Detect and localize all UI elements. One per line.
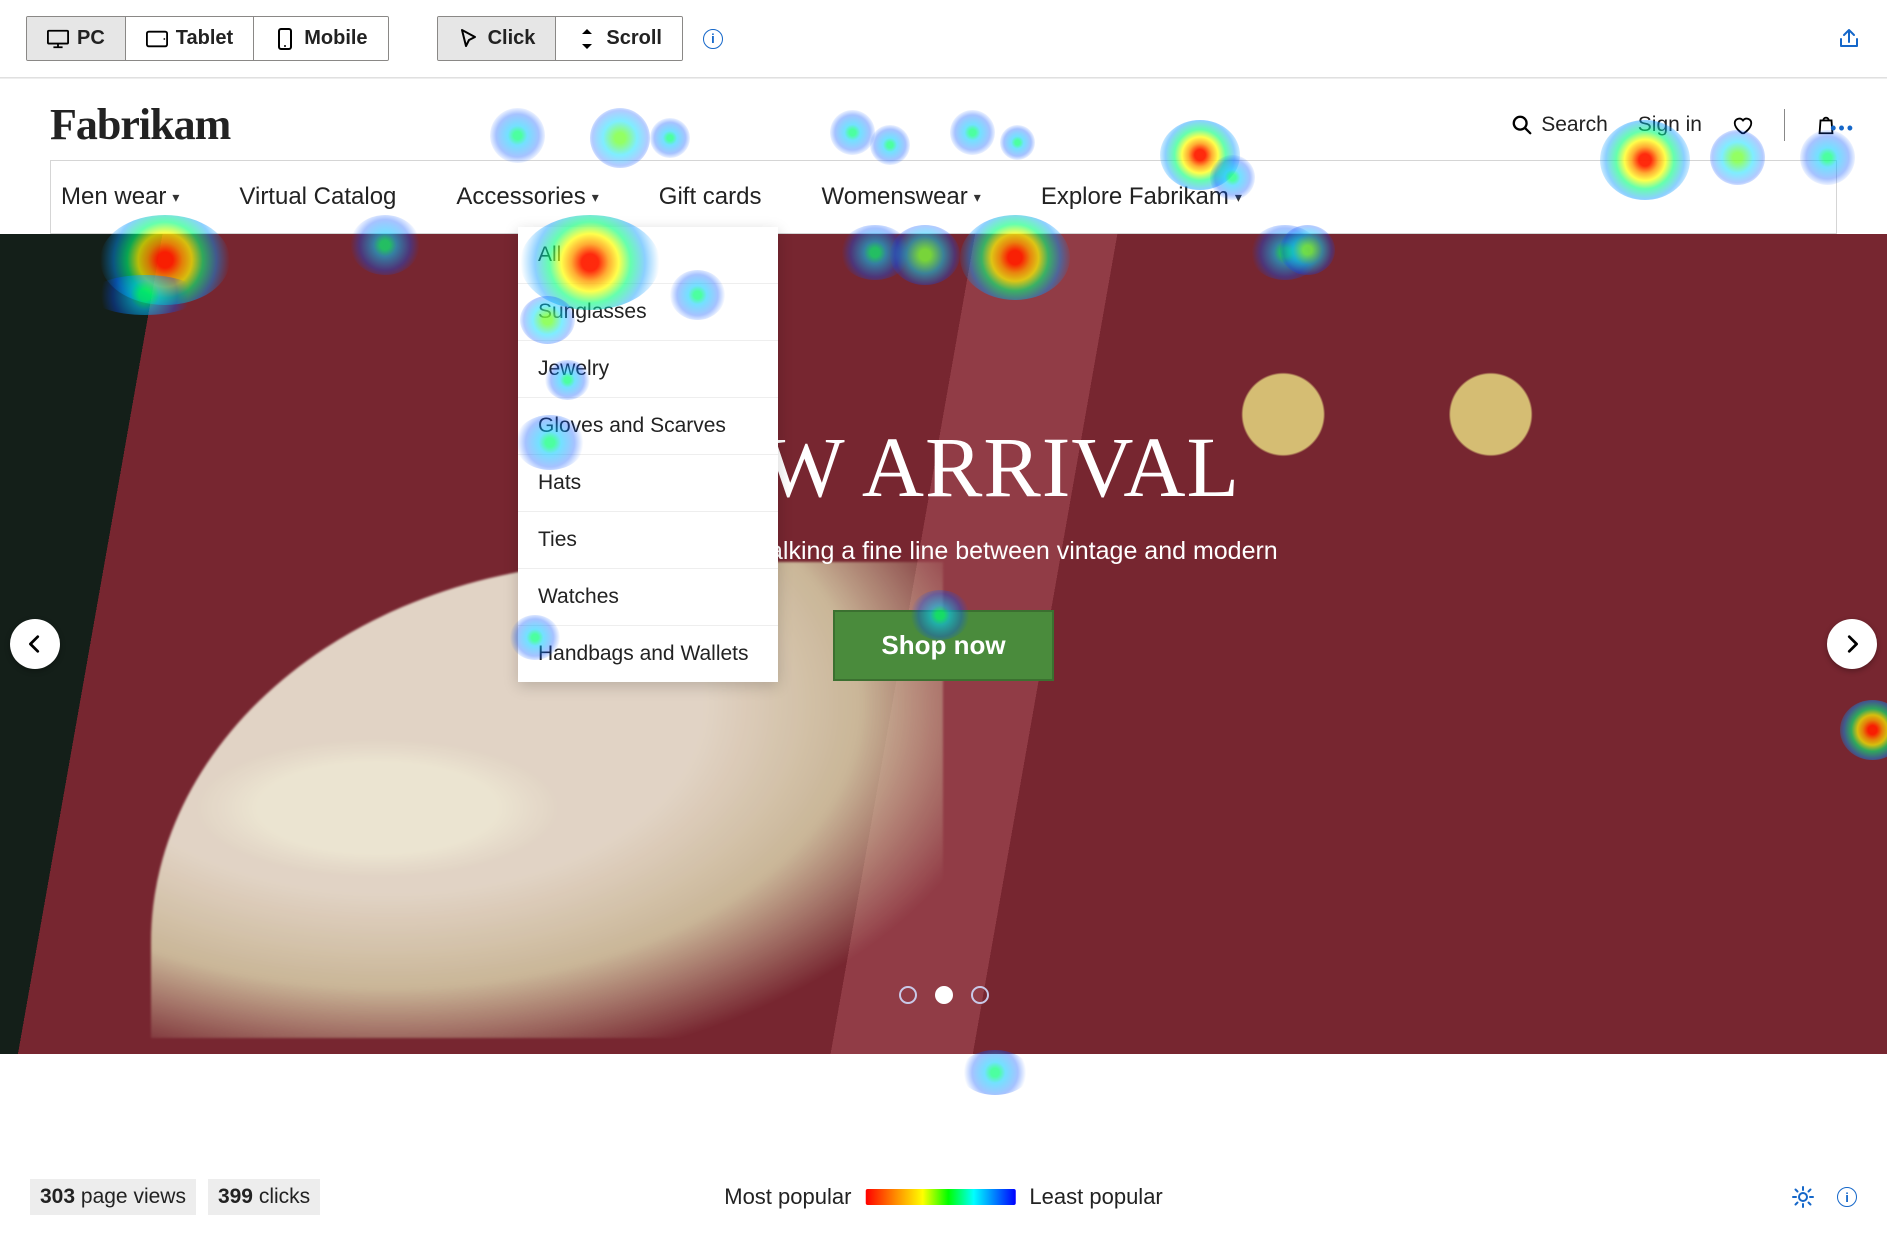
page-views-stat[interactable]: 303 page views bbox=[30, 1179, 196, 1215]
legend-left-label: Most popular bbox=[724, 1184, 851, 1210]
page-views-value: 303 bbox=[40, 1185, 75, 1208]
info-icon[interactable]: i bbox=[1837, 1187, 1857, 1207]
info-icon[interactable]: i bbox=[703, 29, 723, 49]
clicks-stat[interactable]: 399 clicks bbox=[208, 1179, 320, 1215]
accessories-dropdown: All Sunglasses Jewelry Gloves and Scarve… bbox=[518, 227, 778, 682]
dd-item-ties[interactable]: Ties bbox=[518, 512, 778, 569]
hero-carousel: NEW ARRIVAL Accessories walking a fine l… bbox=[0, 234, 1887, 1054]
carousel-prev-button[interactable] bbox=[10, 619, 60, 669]
carousel-dots bbox=[899, 986, 989, 1004]
device-pc-button[interactable]: PC bbox=[27, 17, 126, 60]
more-options-icon[interactable]: ••• bbox=[1830, 118, 1855, 139]
wishlist-icon[interactable] bbox=[1732, 114, 1754, 136]
legend-gradient bbox=[865, 1189, 1015, 1205]
nav-explore-label: Explore Fabrikam bbox=[1041, 183, 1229, 211]
search-button[interactable]: Search bbox=[1511, 113, 1608, 137]
carousel-dot-3[interactable] bbox=[971, 986, 989, 1004]
signin-link[interactable]: Sign in bbox=[1638, 113, 1702, 137]
carousel-dot-2[interactable] bbox=[935, 986, 953, 1004]
nav-gift-cards-label: Gift cards bbox=[659, 183, 762, 211]
chevron-down-icon: ▾ bbox=[592, 189, 599, 206]
chevron-down-icon: ▾ bbox=[974, 189, 981, 206]
dd-item-hats[interactable]: Hats bbox=[518, 455, 778, 512]
device-pc-label: PC bbox=[77, 27, 105, 50]
device-tablet-label: Tablet bbox=[176, 27, 233, 50]
primary-nav: Men wear ▾ Virtual Catalog Accessories ▾… bbox=[50, 160, 1837, 234]
mobile-icon bbox=[274, 30, 296, 48]
tablet-icon bbox=[146, 30, 168, 48]
monitor-icon bbox=[47, 30, 69, 48]
dd-item-gloves-scarves[interactable]: Gloves and Scarves bbox=[518, 398, 778, 455]
site-preview: Fabrikam Search Sign in ••• Men wear bbox=[0, 78, 1887, 1054]
header-divider bbox=[1784, 109, 1785, 141]
chevron-down-icon: ▾ bbox=[1235, 189, 1242, 206]
heatmap-legend: Most popular Least popular bbox=[724, 1184, 1163, 1210]
clicks-label: clicks bbox=[259, 1185, 310, 1208]
dd-item-all[interactable]: All bbox=[518, 227, 778, 284]
mode-scroll-button[interactable]: Scroll bbox=[556, 17, 682, 60]
carousel-next-button[interactable] bbox=[1827, 619, 1877, 669]
shop-now-button[interactable]: Shop now bbox=[833, 610, 1053, 681]
nav-womenswear-label: Womenswear bbox=[822, 183, 968, 211]
nav-gift-cards[interactable]: Gift cards bbox=[659, 183, 762, 211]
nav-menwear-label: Men wear bbox=[61, 183, 166, 211]
nav-menwear[interactable]: Men wear ▾ bbox=[51, 183, 179, 211]
nav-virtual-catalog[interactable]: Virtual Catalog bbox=[239, 183, 396, 211]
brand-logo[interactable]: Fabrikam bbox=[50, 99, 230, 150]
carousel-dot-1[interactable] bbox=[899, 986, 917, 1004]
nav-accessories-label: Accessories bbox=[456, 183, 585, 211]
page-views-label: page views bbox=[81, 1185, 186, 1208]
share-icon[interactable] bbox=[1837, 27, 1861, 51]
header-utilities: Search Sign in ••• bbox=[1511, 109, 1837, 141]
search-icon bbox=[1511, 114, 1533, 136]
brightness-icon[interactable] bbox=[1791, 1185, 1815, 1209]
status-bar: 303 page views 399 clicks Most popular L… bbox=[0, 1159, 1887, 1235]
search-label: Search bbox=[1541, 113, 1608, 137]
chevron-down-icon: ▾ bbox=[172, 189, 179, 206]
analytics-toolbar: PC Tablet Mobile Click Scroll bbox=[0, 0, 1887, 78]
dd-item-sunglasses[interactable]: Sunglasses bbox=[518, 284, 778, 341]
scroll-icon bbox=[576, 30, 598, 48]
mode-click-button[interactable]: Click bbox=[438, 17, 557, 60]
shopping-bag-icon[interactable]: ••• bbox=[1815, 114, 1837, 136]
site-header: Fabrikam Search Sign in ••• bbox=[0, 79, 1887, 160]
dd-item-watches[interactable]: Watches bbox=[518, 569, 778, 626]
device-mobile-label: Mobile bbox=[304, 27, 367, 50]
nav-womenswear[interactable]: Womenswear ▾ bbox=[822, 183, 981, 211]
legend-right-label: Least popular bbox=[1029, 1184, 1162, 1210]
nav-accessories[interactable]: Accessories ▾ bbox=[456, 183, 598, 211]
device-mobile-button[interactable]: Mobile bbox=[254, 17, 387, 60]
nav-virtual-catalog-label: Virtual Catalog bbox=[239, 183, 396, 211]
clicks-value: 399 bbox=[218, 1185, 253, 1208]
device-tablet-button[interactable]: Tablet bbox=[126, 17, 254, 60]
device-segmented-control: PC Tablet Mobile bbox=[26, 16, 389, 61]
dd-item-jewelry[interactable]: Jewelry bbox=[518, 341, 778, 398]
nav-explore[interactable]: Explore Fabrikam ▾ bbox=[1041, 183, 1242, 211]
cursor-icon bbox=[458, 30, 480, 48]
mode-scroll-label: Scroll bbox=[606, 27, 662, 50]
mode-segmented-control: Click Scroll bbox=[437, 16, 683, 61]
mode-click-label: Click bbox=[488, 27, 536, 50]
dd-item-handbags-wallets[interactable]: Handbags and Wallets bbox=[518, 626, 778, 682]
